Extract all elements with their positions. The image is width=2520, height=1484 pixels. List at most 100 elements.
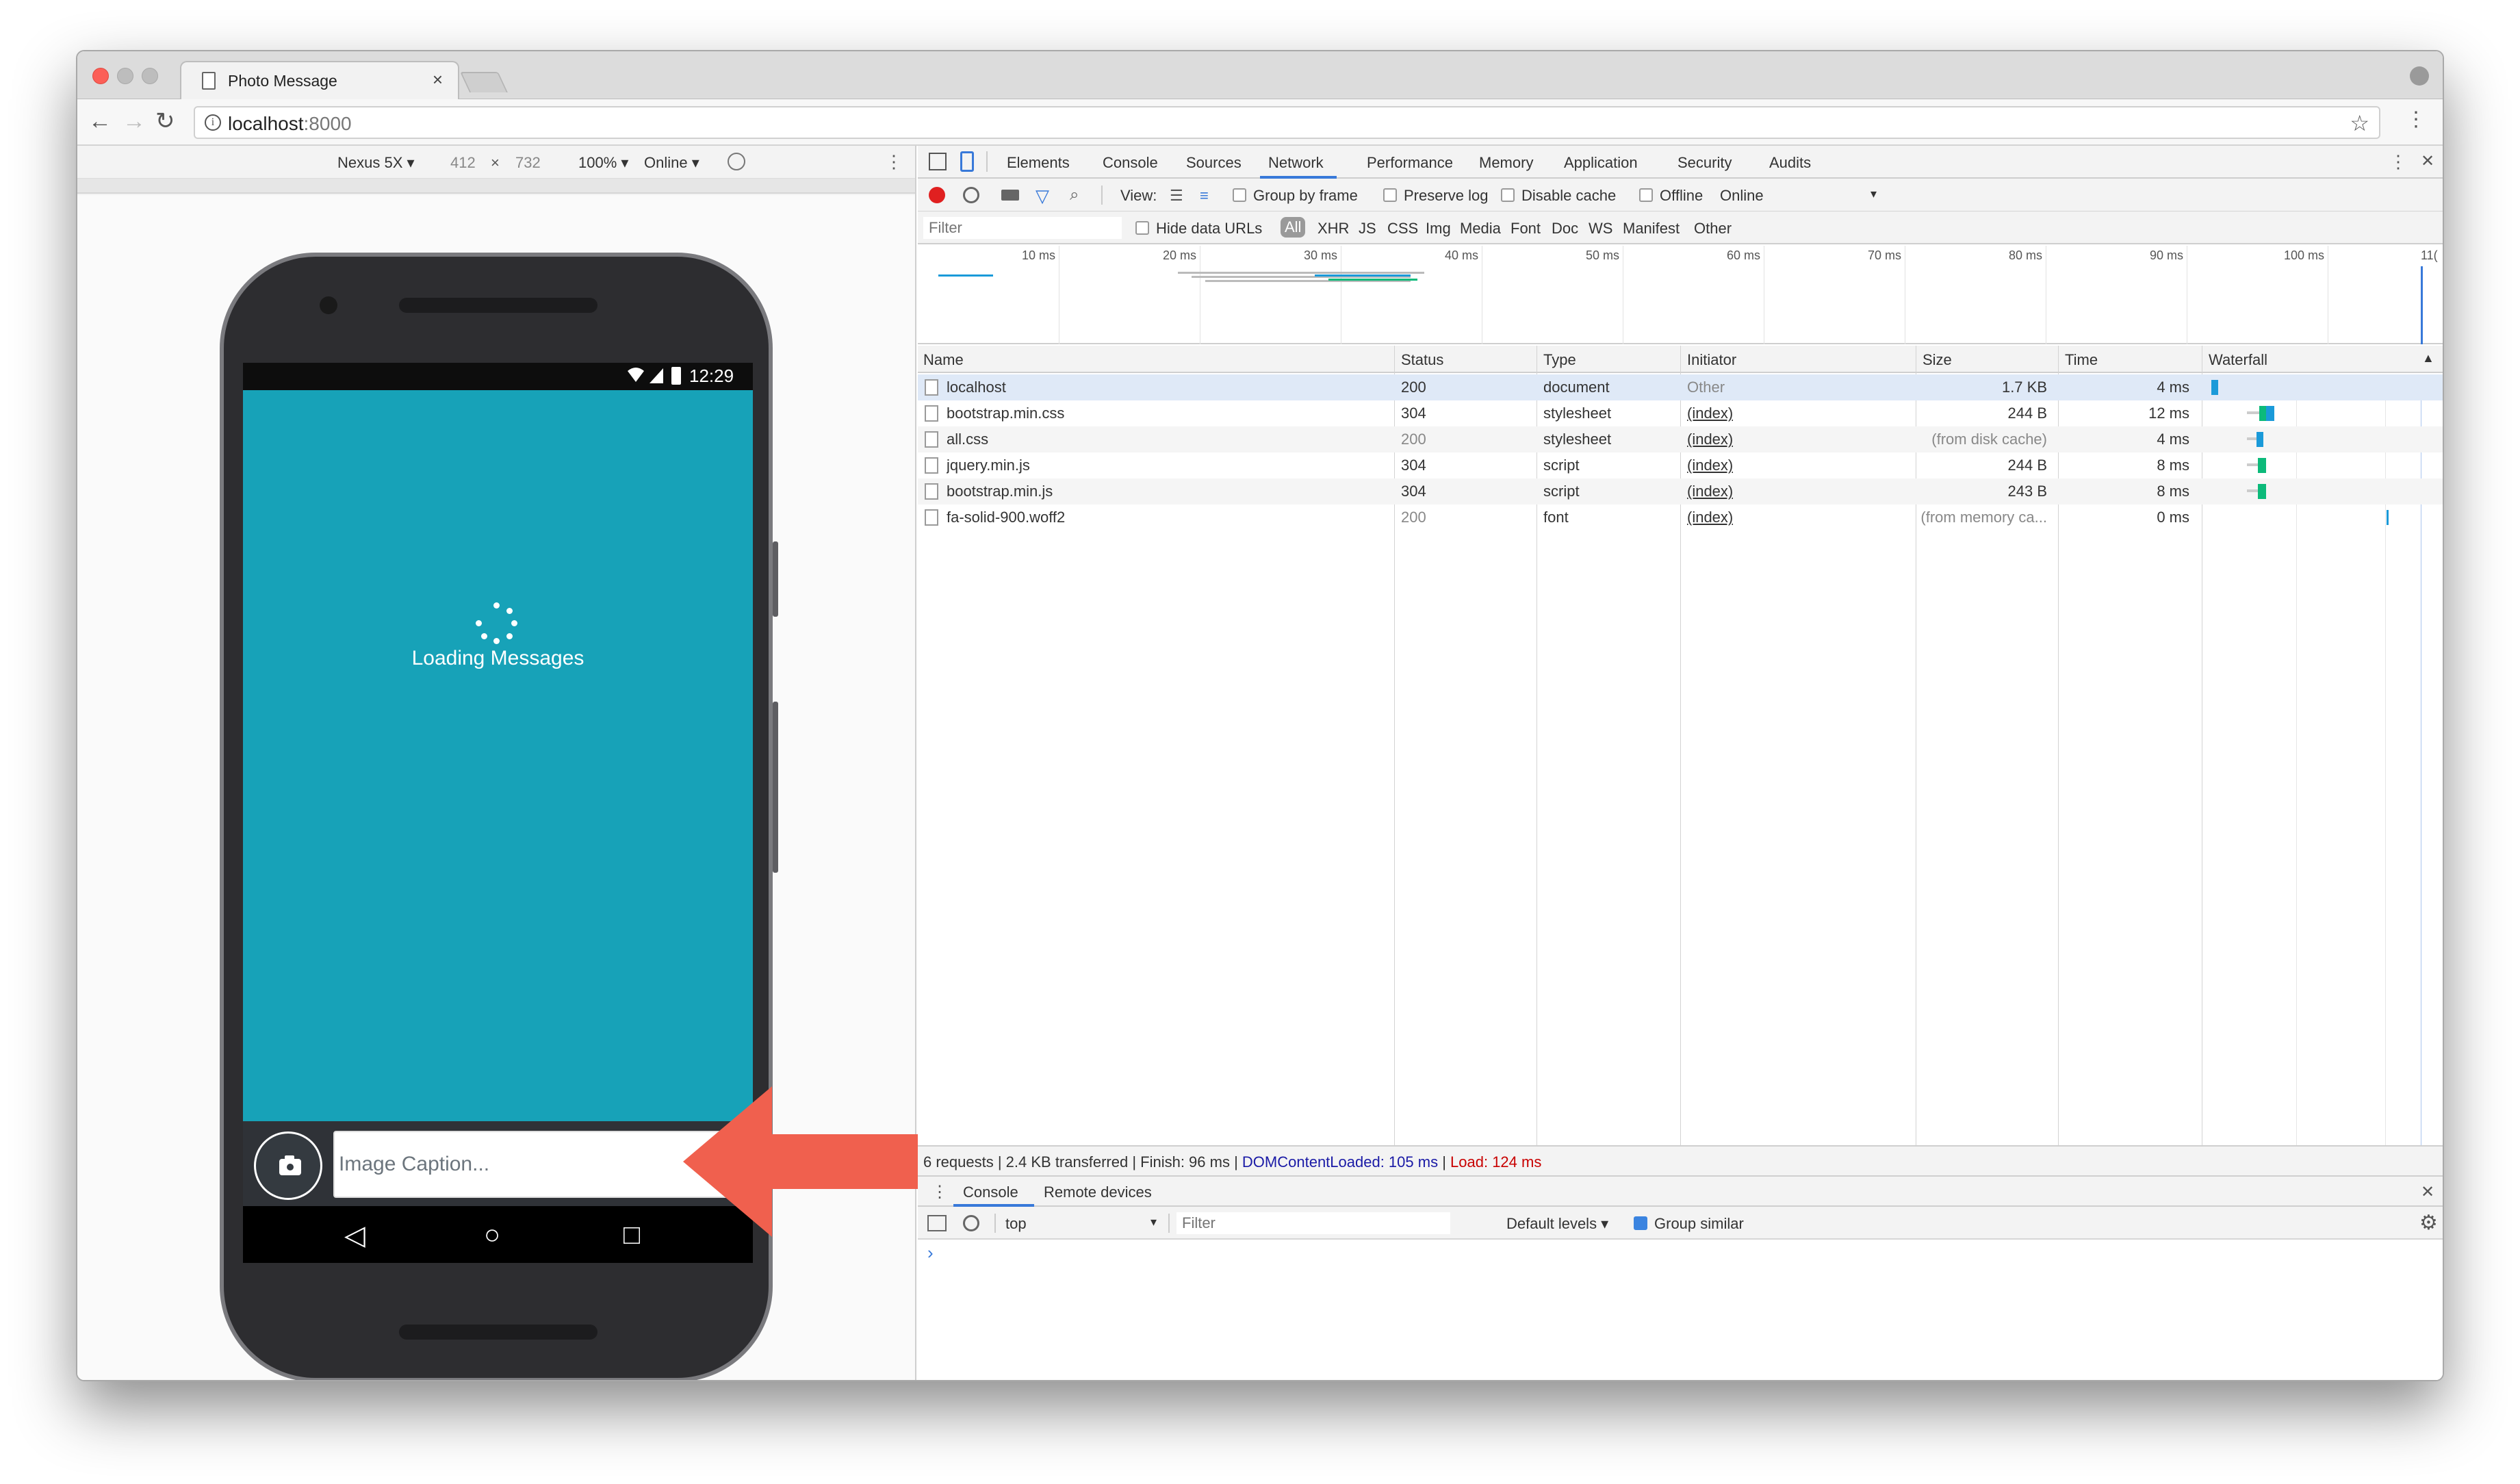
throttling-arrow-icon[interactable]: ▾ <box>1870 187 1877 201</box>
close-window-button[interactable] <box>92 68 109 84</box>
filter-other[interactable]: Other <box>1694 220 1732 238</box>
network-overview[interactable]: 10 ms 20 ms 30 ms 40 ms 50 ms 60 ms 70 m… <box>918 246 2443 344</box>
table-row[interactable]: bootstrap.min.js 304 script (index) 243 … <box>918 478 2443 504</box>
drawer-tab-remote-devices[interactable]: Remote devices <box>1044 1184 1152 1201</box>
sort-ascending-icon[interactable]: ▲ <box>2422 351 2434 366</box>
column-status[interactable]: Status <box>1401 351 1443 369</box>
rotate-icon[interactable] <box>728 153 745 170</box>
filter-all[interactable]: All <box>1281 217 1306 238</box>
request-initiator[interactable]: (index) <box>1687 509 1733 526</box>
nav-home-icon[interactable]: ○ <box>484 1220 500 1251</box>
device-more-icon[interactable]: ⋮ <box>885 151 903 172</box>
hide-data-urls-checkbox[interactable] <box>1135 221 1149 235</box>
throttling-select[interactable]: Online <box>1720 187 1764 205</box>
tab-application[interactable]: Application <box>1564 154 1638 172</box>
inspect-element-icon[interactable] <box>929 153 947 170</box>
address-bar[interactable]: i localhost:8000 ☆ <box>194 106 2380 139</box>
group-by-frame-checkbox[interactable] <box>1233 188 1246 202</box>
record-icon[interactable] <box>929 187 945 203</box>
table-row[interactable]: bootstrap.min.css 304 stylesheet (index)… <box>918 400 2443 426</box>
context-select[interactable]: top <box>1005 1215 1027 1233</box>
bookmark-star-icon[interactable]: ☆ <box>2350 110 2369 136</box>
disable-cache-checkbox[interactable] <box>1501 188 1515 202</box>
tab-performance[interactable]: Performance <box>1367 154 1453 172</box>
device-height[interactable]: 732 <box>515 154 541 172</box>
info-icon[interactable]: i <box>205 114 221 131</box>
filter-media[interactable]: Media <box>1460 220 1501 238</box>
tab-elements[interactable]: Elements <box>1007 154 1070 172</box>
offline-checkbox[interactable] <box>1639 188 1653 202</box>
table-row[interactable]: localhost 200 document Other 1.7 KB 4 ms <box>918 374 2443 400</box>
back-icon[interactable]: ← <box>88 106 112 136</box>
device-select[interactable]: Nexus 5X ▾ <box>337 154 415 172</box>
filter-icon[interactable]: ▽ <box>1036 186 1049 207</box>
log-levels-select[interactable]: Default levels ▾ <box>1506 1215 1608 1233</box>
filter-ws[interactable]: WS <box>1589 220 1612 238</box>
console-filter-input[interactable] <box>1177 1212 1450 1234</box>
device-toggle-icon[interactable] <box>960 151 974 172</box>
browser-menu-icon[interactable]: ⋮ <box>2406 107 2426 131</box>
clear-icon[interactable] <box>963 187 979 203</box>
tab-audits[interactable]: Audits <box>1769 154 1811 172</box>
column-initiator[interactable]: Initiator <box>1687 351 1736 369</box>
filter-css[interactable]: CSS <box>1387 220 1418 238</box>
filter-xhr[interactable]: XHR <box>1317 220 1349 238</box>
new-tab-button[interactable] <box>460 72 508 92</box>
table-row[interactable]: fa-solid-900.woff2 200 font (index) (fro… <box>918 504 2443 530</box>
browser-tab[interactable]: Photo Message × <box>180 61 459 99</box>
tab-sources[interactable]: Sources <box>1186 154 1242 172</box>
large-rows-icon[interactable]: ☰ <box>1170 187 1183 205</box>
table-row[interactable]: all.css 200 stylesheet (index) (from dis… <box>918 426 2443 452</box>
filter-manifest[interactable]: Manifest <box>1623 220 1680 238</box>
tab-security[interactable]: Security <box>1677 154 1732 172</box>
column-time[interactable]: Time <box>2065 351 2098 369</box>
column-type[interactable]: Type <box>1543 351 1576 369</box>
throttle-select[interactable]: Online ▾ <box>644 154 699 172</box>
column-size[interactable]: Size <box>1923 351 1952 369</box>
minimize-window-button[interactable] <box>117 68 133 84</box>
request-initiator[interactable]: (index) <box>1687 405 1733 422</box>
sidebar-toggle-icon[interactable] <box>927 1215 947 1231</box>
column-name[interactable]: Name <box>923 351 964 369</box>
clear-console-icon[interactable] <box>963 1215 979 1231</box>
column-waterfall[interactable]: Waterfall <box>2209 351 2267 369</box>
camera-button[interactable] <box>254 1131 322 1200</box>
maximize-window-button[interactable] <box>142 68 158 84</box>
context-select-arrow-icon[interactable]: ▾ <box>1150 1215 1157 1229</box>
device-width[interactable]: 412 <box>450 154 476 172</box>
nav-recent-icon[interactable]: □ <box>623 1220 640 1251</box>
tab-memory[interactable]: Memory <box>1479 154 1533 172</box>
filter-doc[interactable]: Doc <box>1552 220 1578 238</box>
devtools-close-icon[interactable]: ✕ <box>2421 151 2434 171</box>
table-row[interactable]: jquery.min.js 304 script (index) 244 B 8… <box>918 452 2443 478</box>
request-initiator[interactable]: (index) <box>1687 431 1733 448</box>
screenshot-icon[interactable] <box>1001 190 1019 201</box>
devtools-more-icon[interactable]: ⋮ <box>2389 151 2407 172</box>
console-prompt-icon[interactable]: › <box>927 1242 934 1264</box>
tab-console[interactable]: Console <box>1103 154 1158 172</box>
drawer-menu-icon[interactable]: ⋮ <box>931 1182 948 1202</box>
waterfall-bar <box>2387 510 2389 525</box>
filter-js[interactable]: JS <box>1359 220 1376 238</box>
filter-font[interactable]: Font <box>1510 220 1541 238</box>
preserve-log-checkbox[interactable] <box>1383 188 1397 202</box>
search-icon[interactable]: ⌕ <box>1070 186 1079 205</box>
tab-network[interactable]: Network <box>1268 154 1324 172</box>
request-initiator[interactable]: (index) <box>1687 483 1733 500</box>
request-initiator[interactable]: (index) <box>1687 457 1733 474</box>
tab-close-icon[interactable]: × <box>433 69 443 90</box>
device-toolbar: Nexus 5X ▾ 412 × 732 100% ▾ Online ▾ ⋮ <box>77 146 915 179</box>
drawer-close-icon[interactable]: ✕ <box>2421 1182 2434 1202</box>
filter-img[interactable]: Img <box>1426 220 1451 238</box>
drawer-tab-console[interactable]: Console <box>963 1184 1018 1201</box>
console-settings-gear-icon[interactable]: ⚙ <box>2419 1211 2438 1235</box>
forward-icon[interactable]: → <box>123 106 146 136</box>
nav-back-icon[interactable]: ◁ <box>344 1220 365 1251</box>
group-similar-checkbox[interactable] <box>1634 1216 1647 1230</box>
image-caption-input[interactable] <box>333 1131 743 1198</box>
network-filter-input[interactable] <box>923 217 1122 239</box>
waterfall-view-icon[interactable]: ≡ <box>1200 187 1209 205</box>
profile-icon[interactable] <box>2410 66 2429 86</box>
zoom-select[interactable]: 100% ▾ <box>578 154 628 172</box>
reload-icon[interactable]: ↻ <box>155 106 175 136</box>
